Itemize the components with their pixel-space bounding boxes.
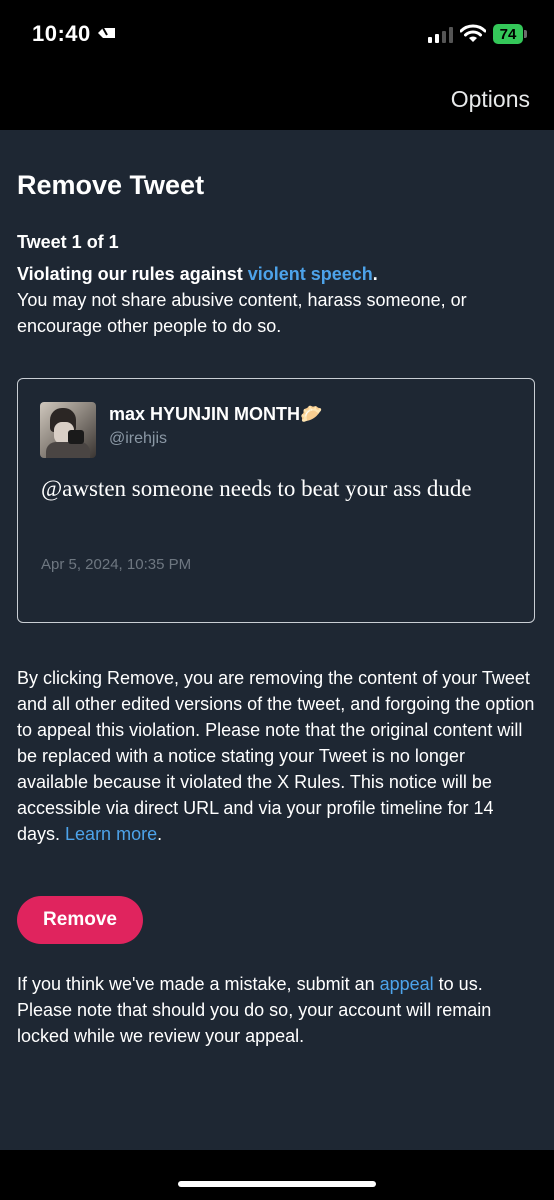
learn-more-link[interactable]: Learn more xyxy=(65,824,157,844)
dumpling-emoji-icon: 🥟 xyxy=(300,404,323,424)
tweet-date: Apr 5, 2024, 10:35 PM xyxy=(41,556,192,573)
appeal-notice: If you think we've made a mistake, submi… xyxy=(17,971,537,1049)
violation-notice: Violating our rules against violent spee… xyxy=(17,261,537,339)
violation-body: You may not share abusive content, haras… xyxy=(17,290,467,336)
tweet-display-name: max HYUNJIN MONTH🥟 xyxy=(109,404,322,425)
battery-icon: 74 xyxy=(493,24,523,44)
remove-button[interactable]: Remove xyxy=(17,896,143,944)
wifi-icon xyxy=(459,24,487,49)
disclaimer-suffix: . xyxy=(157,824,163,844)
tweet-card: max HYUNJIN MONTH🥟 @irehjis @awsten some… xyxy=(17,378,535,623)
status-bar: 10:40 74 xyxy=(0,0,554,70)
tweet-text: @awsten someone needs to beat your ass d… xyxy=(41,476,472,501)
nav-bar: Options xyxy=(0,70,554,130)
appeal-link[interactable]: appeal xyxy=(380,974,434,994)
battery-cap xyxy=(524,30,527,38)
remove-disclaimer: By clicking Remove, you are removing the… xyxy=(17,665,537,847)
violation-prefix: Violating our rules against xyxy=(17,264,248,284)
appeal-prefix: If you think we've made a mistake, submi… xyxy=(17,974,380,994)
status-time: 10:40 xyxy=(32,21,91,46)
signal-icon xyxy=(428,27,454,48)
tweet-count: Tweet 1 of 1 xyxy=(17,232,119,252)
tweet-handle: @irehjis xyxy=(109,430,168,447)
remove-tweet-panel: Remove Tweet Tweet 1 of 1 Violating our … xyxy=(0,130,554,1150)
focus-icon xyxy=(97,26,117,45)
home-indicator[interactable] xyxy=(178,1181,376,1187)
options-button[interactable]: Options xyxy=(451,86,530,113)
avatar xyxy=(40,402,96,458)
display-name-text: max HYUNJIN MONTH xyxy=(109,404,301,424)
violation-suffix: . xyxy=(372,264,378,284)
battery-level: 74 xyxy=(499,25,517,43)
disclaimer-text: By clicking Remove, you are removing the… xyxy=(17,668,535,844)
violent-speech-link[interactable]: violent speech xyxy=(248,264,373,284)
page-title: Remove Tweet xyxy=(17,170,205,200)
bottom-bar xyxy=(0,1150,554,1200)
